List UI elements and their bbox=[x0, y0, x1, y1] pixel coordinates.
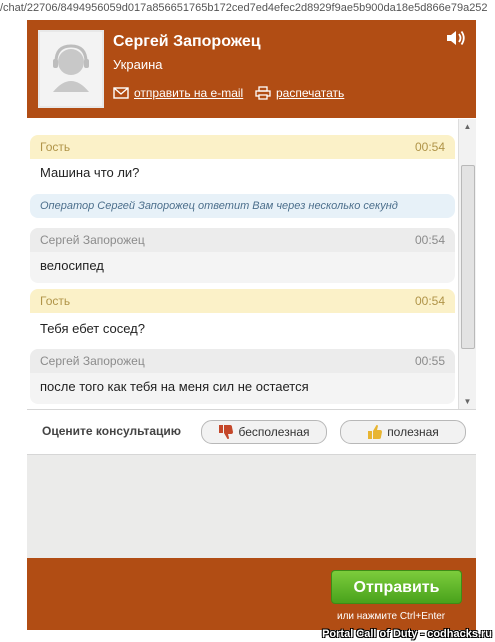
email-link[interactable]: отправить на e-mail bbox=[113, 86, 243, 100]
printer-icon bbox=[255, 86, 271, 100]
thumbs-up-icon bbox=[368, 425, 383, 439]
message-header: Сергей Запорожец 00:54 bbox=[30, 228, 455, 252]
message-text: после того как тебя на меня сил не остае… bbox=[30, 373, 455, 404]
message-list: Гость 00:54 Машина что ли? Оператор Серг… bbox=[27, 119, 476, 409]
message-operator: Сергей Запорожец 00:54 велосипед bbox=[30, 228, 455, 283]
message-input[interactable] bbox=[27, 454, 476, 559]
chat-footer: Отправить или нажмите Ctrl+Enter bbox=[27, 558, 476, 630]
rate-useless-button[interactable]: бесполезная bbox=[201, 420, 327, 444]
message-guest: Гость 00:54 Тебя ебет сосед? bbox=[30, 289, 455, 342]
rate-useful-label: полезная bbox=[387, 425, 439, 439]
scrollbar-thumb[interactable] bbox=[461, 165, 475, 349]
message-author: Сергей Запорожец bbox=[40, 233, 145, 247]
email-link-label: отправить на e-mail bbox=[134, 86, 244, 100]
address-bar[interactable]: /chat/22706/8494956059d017a856651765b172… bbox=[0, 0, 495, 18]
message-header: Сергей Запорожец 00:55 bbox=[30, 349, 455, 373]
send-hint: или нажмите Ctrl+Enter bbox=[337, 611, 446, 622]
envelope-icon bbox=[113, 87, 129, 99]
rate-useful-button[interactable]: полезная bbox=[340, 420, 466, 444]
url-text: /chat/22706/8494956059d017a856651765b172… bbox=[0, 2, 488, 14]
chat-header: Сергей Запорожец Украина отправить на e-… bbox=[27, 20, 476, 118]
operator-name: Сергей Запорожец bbox=[113, 33, 261, 50]
message-text: Тебя ебет сосед? bbox=[40, 321, 145, 336]
scroll-down-icon[interactable]: ▼ bbox=[459, 394, 476, 409]
rating-bar: Оцените консультацию бесполезная полезна… bbox=[27, 409, 476, 454]
scroll-up-icon[interactable]: ▲ bbox=[459, 119, 476, 134]
message-author: Гость bbox=[40, 294, 71, 308]
thumbs-down-icon bbox=[219, 425, 234, 439]
message-text: Машина что ли? bbox=[40, 165, 140, 180]
message-time: 00:54 bbox=[414, 140, 445, 154]
user-avatar-icon bbox=[38, 30, 104, 108]
message-header: Гость 00:54 bbox=[30, 289, 455, 313]
message-header: Гость 00:54 bbox=[30, 135, 455, 159]
chat-window: Сергей Запорожец Украина отправить на e-… bbox=[27, 20, 476, 630]
rate-useless-label: бесполезная bbox=[238, 425, 310, 439]
system-notice: Оператор Сергей Запорожец ответит Вам че… bbox=[30, 194, 455, 218]
rating-label: Оцените консультацию bbox=[42, 424, 182, 438]
message-guest: Гость 00:54 Машина что ли? bbox=[30, 135, 455, 186]
message-time: 00:54 bbox=[414, 294, 445, 308]
message-operator: Сергей Запорожец 00:55 после того как те… bbox=[30, 349, 455, 404]
print-link[interactable]: распечатать bbox=[255, 86, 344, 100]
message-author: Сергей Запорожец bbox=[40, 354, 145, 368]
message-author: Гость bbox=[40, 140, 71, 154]
speaker-icon[interactable] bbox=[445, 29, 467, 47]
send-button[interactable]: Отправить bbox=[331, 570, 462, 604]
watermark: Portal Call of Duty - codhacks.ru bbox=[322, 628, 492, 640]
message-time: 00:54 bbox=[414, 233, 445, 247]
print-link-label: распечатать bbox=[276, 86, 345, 100]
operator-country: Украина bbox=[113, 57, 163, 72]
message-text: велосипед bbox=[30, 252, 455, 283]
message-time: 00:55 bbox=[414, 354, 445, 368]
chat-scrollbar[interactable]: ▲ ▼ bbox=[458, 119, 476, 409]
